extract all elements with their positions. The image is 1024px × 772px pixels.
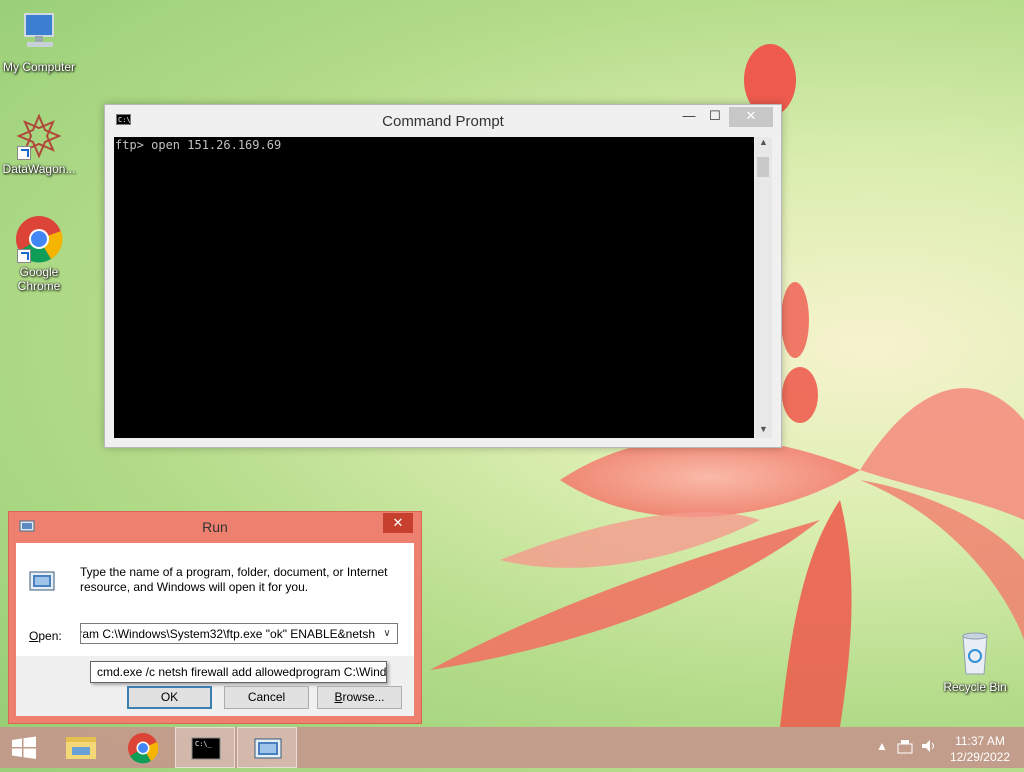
- desktop-icon-label: My Computer: [2, 60, 76, 74]
- ok-button[interactable]: OK: [127, 686, 212, 709]
- scroll-down-icon[interactable]: ▼: [755, 424, 772, 438]
- open-label-text: pen:: [38, 629, 62, 643]
- desktop-icon-label: DataWagon...: [2, 162, 76, 176]
- maximize-button[interactable]: ☐: [701, 107, 729, 127]
- console-output[interactable]: ftp> open 151.26.169.69: [114, 137, 754, 438]
- desktop-icon-label: Recycle Bin: [943, 680, 1007, 694]
- show-hidden-icons-icon[interactable]: ▲: [876, 739, 888, 753]
- windows-logo-icon: [12, 736, 36, 759]
- clock[interactable]: 11:37 AM 12/29/2022: [950, 733, 1010, 765]
- network-icon[interactable]: [897, 738, 913, 757]
- desktop-icon-label: Google Chrome: [17, 265, 61, 293]
- scroll-up-icon[interactable]: ▲: [755, 137, 772, 151]
- run-content-panel: Type the name of a program, folder, docu…: [16, 543, 414, 656]
- svg-text:C:\_: C:\_: [195, 740, 213, 748]
- scroll-thumb[interactable]: [757, 157, 769, 177]
- desktop-icon-datawagon[interactable]: DataWagon...: [1, 112, 77, 176]
- taskbar-chrome[interactable]: [113, 727, 173, 768]
- console-scrollbar[interactable]: ▲ ▼: [755, 137, 772, 438]
- cancel-button[interactable]: Cancel: [224, 686, 309, 709]
- computer-icon: [15, 10, 63, 58]
- folder-icon: [66, 737, 96, 759]
- recycle-bin-icon: [951, 630, 999, 678]
- start-button[interactable]: [0, 727, 60, 768]
- desktop-icon-google-chrome[interactable]: Google Chrome: [1, 215, 77, 293]
- run-dialog-title: Run: [202, 519, 228, 535]
- browse-button[interactable]: Browse...: [317, 686, 402, 709]
- run-dialog-body: Type the name of a program, folder, docu…: [16, 543, 414, 716]
- taskbar-run[interactable]: [237, 727, 297, 768]
- run-description: Type the name of a program, folder, docu…: [80, 565, 388, 594]
- cmd-title-bar[interactable]: C:\ Command Prompt — ☐ ✕: [105, 105, 781, 137]
- run-close-button[interactable]: ✕: [383, 513, 413, 533]
- close-button[interactable]: ✕: [729, 107, 773, 127]
- run-title-bar[interactable]: Run ✕: [9, 512, 421, 542]
- open-input-text: cmd.exe /c netsh firewall add allowedpro…: [81, 627, 375, 641]
- cmd-icon: C:\_: [191, 737, 221, 760]
- open-input[interactable]: cmd.exe /c netsh firewall add allowedpro…: [81, 627, 375, 641]
- autocomplete-suggestion[interactable]: cmd.exe /c netsh firewall add allowedpro…: [90, 661, 387, 683]
- volume-icon[interactable]: [920, 738, 936, 757]
- run-icon: [254, 738, 282, 759]
- taskbar-file-explorer[interactable]: [52, 727, 112, 768]
- desktop-icon-recycle-bin[interactable]: Recycle Bin: [937, 630, 1013, 694]
- command-prompt-window[interactable]: C:\ Command Prompt — ☐ ✕ ftp> open 151.2…: [104, 104, 782, 448]
- taskbar-command-prompt[interactable]: C:\_: [175, 727, 235, 768]
- open-label: Open:: [29, 629, 62, 643]
- shortcut-arrow-icon: [17, 146, 31, 160]
- browse-label-text: rowse...: [342, 690, 385, 704]
- minimize-button[interactable]: —: [675, 107, 703, 127]
- clock-time: 11:37 AM: [955, 734, 1005, 748]
- chrome-icon: [15, 215, 63, 263]
- chevron-down-icon[interactable]: ∨: [377, 624, 397, 643]
- taskbar: C:\_ ▲ 11:37 AM 12/29/2022: [0, 727, 1024, 768]
- clock-date: 12/29/2022: [949, 750, 1010, 764]
- run-dialog[interactable]: Run ✕ Type the name of a program, folder…: [8, 511, 422, 724]
- datawagon-icon: [15, 112, 63, 160]
- chrome-icon: [128, 733, 159, 764]
- shortcut-arrow-icon: [17, 249, 31, 263]
- desktop-icon-my-computer[interactable]: My Computer: [1, 10, 77, 74]
- open-combobox[interactable]: cmd.exe /c netsh firewall add allowedpro…: [80, 623, 398, 644]
- run-icon: [29, 571, 55, 591]
